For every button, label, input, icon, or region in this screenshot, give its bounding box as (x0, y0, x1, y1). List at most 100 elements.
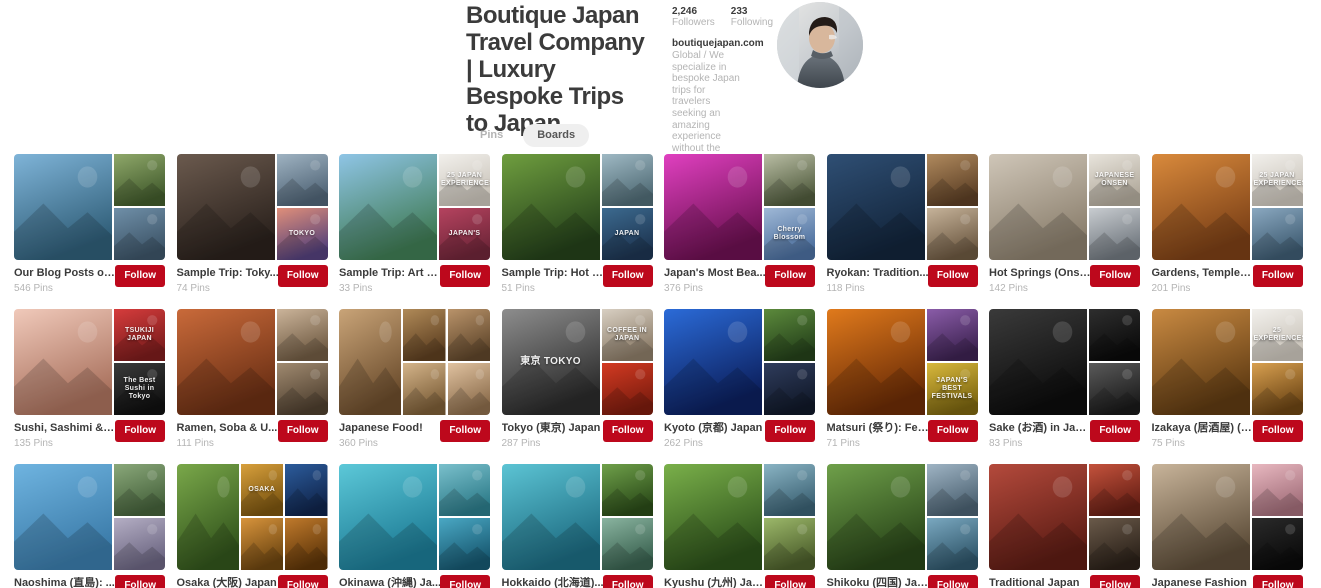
board-thumbnail-collage[interactable] (989, 464, 1140, 570)
okinawa-rocks-sea-thumb[interactable] (439, 464, 490, 516)
street-fashion-model-truck-thumb[interactable] (1151, 464, 1250, 570)
board-card[interactable]: Ramen, Soba & U... 111 Pins Follow (176, 309, 328, 449)
follow-button[interactable]: Follow (927, 575, 978, 588)
best-sushi-tokyo-card-thumb[interactable]: The Best Sushi in Tokyo (114, 363, 165, 415)
sake-pouring-cup-thumb[interactable] (989, 309, 1087, 415)
follow-button[interactable]: Follow (277, 575, 328, 588)
followers-stat[interactable]: 2,246 Followers (672, 6, 715, 29)
board-card[interactable]: Our Blog Posts on... 546 Pins Follow (14, 154, 165, 294)
osaka-guide-card-thumb[interactable]: OSAKA (240, 464, 283, 516)
board-thumbnail-collage[interactable]: TSUKIJI JAPAN The Best Sushi in Tokyo (14, 309, 165, 415)
board-thumbnail-collage[interactable] (664, 464, 815, 570)
red-lantern-temple-thumb[interactable] (601, 363, 653, 415)
board-card[interactable]: Traditional Japan143 PinsFollow (989, 464, 1140, 588)
follow-button[interactable]: Follow (1090, 265, 1140, 287)
sushi-nigiri-closeup-thumb[interactable] (14, 309, 112, 415)
board-card[interactable]: Shikoku (四国) Jap...54 PinsFollow (826, 464, 978, 588)
board-thumbnail-collage[interactable]: 25 JAPAN EXPERIENCES (1151, 154, 1303, 260)
board-card[interactable]: Kyushu (九州) Jap...76 PinsFollow (664, 464, 815, 588)
profile-website-link[interactable]: boutiquejapan.com (672, 38, 764, 50)
board-card[interactable]: Sake (お酒) in Japan 83 Pins Follow (989, 309, 1140, 449)
board-card[interactable]: JAPANESE ONSEN Hot Springs (Onse... 142 Pi… (989, 154, 1140, 294)
food-plate-assorted-thumb[interactable] (403, 363, 446, 415)
pagoda-autumn-temple-thumb[interactable] (1151, 154, 1250, 260)
board-thumbnail-collage[interactable] (826, 154, 978, 260)
board-card[interactable]: Japanese Food! 360 Pins Follow (339, 309, 490, 449)
cherry-blossom-pink-tree-thumb[interactable] (664, 154, 762, 260)
board-card[interactable]: TOKYO Sample Trip: Toky... 74 Pins Follow (176, 154, 328, 294)
traditional-costume-figure-thumb[interactable] (989, 464, 1087, 570)
hokkaido-forest-green-thumb[interactable] (601, 464, 653, 516)
kyushu-green-valley-thumb[interactable] (664, 464, 762, 570)
onsen-wooden-buckets-thumb[interactable] (989, 154, 1087, 260)
coastal-town-aerial-thumb[interactable] (114, 208, 165, 260)
tsukiji-market-guide-thumb[interactable]: TSUKIJI JAPAN (114, 309, 165, 361)
board-thumbnail-collage[interactable]: 25 EXPERIENCES (1151, 309, 1303, 415)
board-thumbnail-collage[interactable] (339, 309, 490, 415)
yakitori-skewers-plate-thumb[interactable] (176, 154, 275, 260)
avatar[interactable] (777, 2, 863, 88)
board-card[interactable]: Cherry Blossom Japan's Most Bea... 376 Pin… (664, 154, 815, 294)
follow-button[interactable]: Follow (277, 265, 328, 287)
osaka-food-stalls-thumb[interactable] (285, 518, 328, 570)
ramen-bowl-top-view-thumb[interactable] (176, 309, 275, 415)
follow-button[interactable]: Follow (1252, 420, 1303, 442)
kyushu-rural-road-thumb[interactable] (764, 518, 815, 570)
tokyo-tower-sunset-thumb[interactable]: TOKYO (276, 208, 328, 260)
board-thumbnail-collage[interactable] (501, 464, 653, 570)
festival-lanterns-night-thumb[interactable] (826, 309, 925, 415)
board-thumbnail-collage[interactable]: JAPAN (501, 154, 653, 260)
follow-button[interactable]: Follow (765, 265, 815, 287)
board-thumbnail-collage[interactable] (14, 464, 165, 570)
snow-onsen-winter-thumb[interactable] (1089, 208, 1140, 260)
board-card[interactable]: 25 EXPERIENCES Izakaya (居酒屋) (G... 75 Pins… (1151, 309, 1303, 449)
blue-illuminated-blossoms-thumb[interactable] (664, 309, 762, 415)
board-thumbnail-collage[interactable]: 東京 TOKYO COFFEE IN JAPAN (501, 309, 653, 415)
sake-cups-row-thumb[interactable] (1089, 363, 1140, 415)
board-card[interactable]: JAPAN'S BEST FESTIVALS Matsuri (祭り): Fes.… (826, 309, 978, 449)
board-card[interactable]: 東京 TOKYO COFFEE IN JAPAN Tokyo (東京) Japan 2… (501, 309, 653, 449)
coffee-in-japan-card-thumb[interactable]: COFFEE IN JAPAN (601, 309, 653, 361)
japan-experiences-cover-3-thumb[interactable]: 25 EXPERIENCES (1251, 309, 1303, 361)
follow-button[interactable]: Follow (602, 265, 653, 287)
yellow-pumpkin-sculpture-thumb[interactable] (14, 464, 112, 570)
izakaya-food-skewers-thumb[interactable] (1251, 363, 1303, 415)
okinawa-turquoise-beach-thumb[interactable] (339, 464, 437, 570)
ramen-broth-closeup-thumb[interactable] (276, 309, 328, 361)
board-thumbnail-collage[interactable] (664, 309, 815, 415)
board-thumbnail-collage[interactable] (1151, 464, 1303, 570)
osaka-street-night-blue-thumb[interactable] (285, 464, 328, 516)
board-thumbnail-collage[interactable] (989, 309, 1140, 415)
traditional-kimono-detail-thumb[interactable] (1089, 518, 1140, 570)
board-card[interactable]: OSAKA Osaka (大阪) Japan75 PinsFollow (176, 464, 328, 588)
follow-button[interactable]: Follow (1252, 265, 1303, 287)
cafe-interior-warm-thumb[interactable] (403, 309, 446, 361)
follow-button[interactable]: Follow (115, 420, 165, 442)
board-thumbnail-collage[interactable]: JAPANESE ONSEN (989, 154, 1140, 260)
tab-pins[interactable]: Pins (466, 124, 517, 147)
board-thumbnail-collage[interactable]: JAPAN'S BEST FESTIVALS (826, 309, 978, 415)
board-thumbnail-collage[interactable]: TOKYO (176, 154, 328, 260)
shikoku-bridge-sea-thumb[interactable] (926, 518, 978, 570)
follow-button[interactable]: Follow (927, 265, 978, 287)
cherry-blossom-guide-card-thumb[interactable]: Cherry Blossom (764, 208, 815, 260)
bamboo-forest-green-thumb[interactable] (501, 154, 600, 260)
temple-garden-sunset-thumb[interactable] (1251, 208, 1303, 260)
zen-garden-stones-thumb[interactable] (764, 154, 815, 206)
temple-red-pillars-thumb[interactable] (1089, 464, 1140, 516)
japan-experiences-cover-2-thumb[interactable]: 25 JAPAN EXPERIENCES (1251, 154, 1303, 206)
board-thumbnail-collage[interactable] (14, 154, 165, 260)
kyushu-coastline-thumb[interactable] (764, 464, 815, 516)
pagoda-green-foliage-thumb[interactable] (764, 309, 815, 361)
black-graphic-sweater-thumb[interactable] (1251, 518, 1303, 570)
board-card[interactable]: Kyoto (京都) Japan 262 Pins Follow (664, 309, 815, 449)
follow-button[interactable]: Follow (1090, 420, 1140, 442)
ryokan-hallway-interior-thumb[interactable] (926, 208, 978, 260)
follow-button[interactable]: Follow (115, 265, 165, 287)
shikoku-garden-pond-thumb[interactable] (826, 464, 925, 570)
follow-button[interactable]: Follow (115, 575, 165, 588)
tokyo-skyline-window-thumb[interactable] (276, 154, 328, 206)
board-card[interactable]: Okinawa (沖縄) Ja...61 PinsFollow (339, 464, 490, 588)
mountain-lake-mist-thumb[interactable] (601, 154, 653, 206)
board-card[interactable]: 25 JAPAN EXPERIENCES JAPAN'S Sample Trip: … (339, 154, 490, 294)
